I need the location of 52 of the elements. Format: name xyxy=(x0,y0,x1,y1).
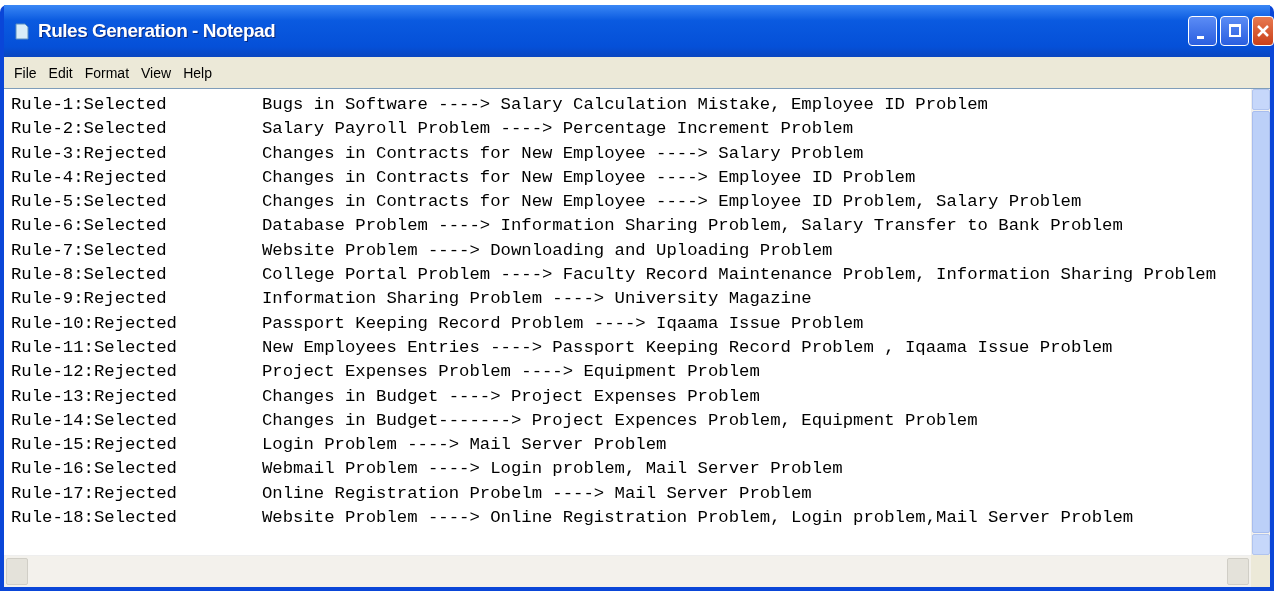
menu-item[interactable]: Help xyxy=(177,64,218,81)
rule-label: Rule-8:Selected xyxy=(11,264,168,287)
window-title: Rules Generation - Notepad xyxy=(38,20,276,42)
rule-label: Rule-18:Selected xyxy=(11,507,178,530)
menu-item[interactable]: Format xyxy=(78,64,136,81)
rule-label: Rule-13:Rejected xyxy=(11,385,178,408)
rule-text: New Employees Entries ----> Passport Keeping Record Problem , Iqaama Issue Problem xyxy=(262,336,1114,359)
rule-text: Changes in Contracts for New Employee ----> Employee ID Problem, Salary Problem xyxy=(262,191,1083,214)
rule-text: Passport Keeping Record Problem ----> Iqaama Issue Problem xyxy=(262,312,865,335)
rule-text: Project Expenses Problem ----> Equipment Problem xyxy=(262,361,761,384)
rule-label: Rule-17:Rejected xyxy=(11,482,178,505)
rule-text: Login Problem ----> Mail Server Problem xyxy=(262,434,668,457)
rule-text: Salary Payroll Problem ----> Percentage Increment Problem xyxy=(262,118,855,141)
rule-label: Rule-4:Rejected xyxy=(11,166,168,189)
rule-label: Rule-12:Rejected xyxy=(11,361,178,384)
scroll-up-button[interactable] xyxy=(1252,89,1270,110)
rule-text: Database Problem ----> Information Sharing Problem, Salary Transfer to Bank Problem xyxy=(262,215,1124,238)
rule-label: Rule-14:Selected xyxy=(11,409,178,432)
rule-label: Rule-5:Selected xyxy=(11,191,168,214)
rule-text: Webmail Problem ----> Login problem, Mail Server Problem xyxy=(262,458,844,481)
close-button[interactable] xyxy=(1252,16,1274,46)
rule-label: Rule-16:Selected xyxy=(11,458,178,481)
rule-text: Changes in Contracts for New Employee ----> Salary Problem xyxy=(262,142,865,165)
menu-item[interactable]: Edit xyxy=(42,64,79,81)
rule-text: Website Problem ----> Online Registration Problem, Login problem,Mail Server Problem xyxy=(262,507,1135,530)
scroll-left-button[interactable] xyxy=(6,558,28,585)
rule-text: Changes in Budget ----> Project Expenses Problem xyxy=(262,385,761,408)
rule-text: Changes in Budget-------> Project Expences Problem, Equipment Problem xyxy=(262,409,979,432)
rule-text: Bugs in Software ----> Salary Calculation Mistake, Employee ID Problem xyxy=(262,94,989,116)
rule-label: Rule-6:Selected xyxy=(11,215,168,238)
rule-label: Rule-7:Selected xyxy=(11,239,168,262)
rule-label: Rule-3:Rejected xyxy=(11,142,168,165)
rule-label: Rule-15:Rejected xyxy=(11,434,178,457)
rule-text: Changes in Contracts for New Employee ----> Employee ID Problem xyxy=(262,166,917,189)
rule-text: College Portal Problem ----> Faculty Record Maintenance Problem, Information Sharing Problem xyxy=(262,264,1218,287)
notepad-icon xyxy=(14,22,30,40)
rule-text: Website Problem ----> Downloading and Uploading Problem xyxy=(262,239,834,262)
rule-label: Rule-1:Selected xyxy=(11,94,168,116)
scroll-down-button[interactable] xyxy=(1252,534,1270,555)
minimize-button[interactable] xyxy=(1188,16,1217,46)
menu-item[interactable]: View xyxy=(135,64,178,81)
rule-text: Online Registration Probelm ----> Mail Server Problem xyxy=(262,482,813,505)
scroll-right-button[interactable] xyxy=(1227,558,1249,585)
rule-text: Information Sharing Problem ----> University Magazine xyxy=(262,288,813,311)
minimize-icon xyxy=(1196,35,1204,39)
rule-label: Rule-2:Selected xyxy=(11,118,168,141)
resize-grip[interactable] xyxy=(1251,555,1270,587)
maximize-button[interactable] xyxy=(1220,16,1249,46)
menu-item[interactable]: File xyxy=(8,64,43,81)
rule-label: Rule-9:Rejected xyxy=(11,288,168,311)
rule-label: Rule-10:Rejected xyxy=(11,312,178,335)
rule-label: Rule-11:Selected xyxy=(11,336,178,359)
